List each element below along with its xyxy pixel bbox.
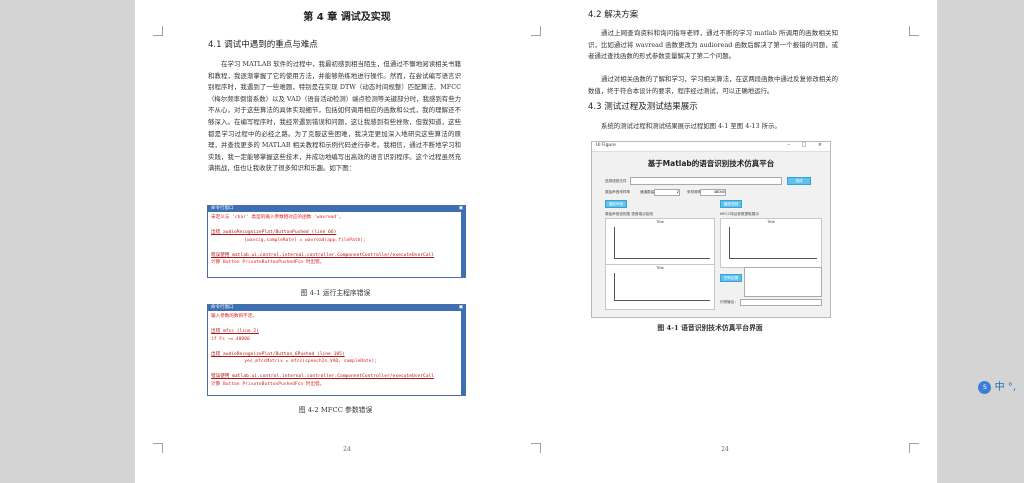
error-line: ​ bbox=[211, 343, 462, 351]
document-page-right: 4.2 解决方案 通过上网查询资料和询问指导老师，通过不断的学习 matlab … bbox=[513, 0, 937, 483]
body-paragraph: 在学习 MATLAB 软件的过程中，我最初感到相当陌生，但通过不懈地阅读相关书籍… bbox=[208, 60, 461, 173]
error-line: [wavsig,sampleRate] = wavread(app.filePa… bbox=[211, 237, 366, 243]
error-line[interactable]: 出错 audioRecognizePlat/Button_6Pushed (li… bbox=[211, 351, 462, 359]
expand-icon: ▣ bbox=[458, 206, 463, 211]
axes-frame bbox=[729, 227, 817, 259]
page-number: 24 bbox=[721, 446, 729, 453]
app-title: 基于Matlab的语音识别技术仿真平台 bbox=[647, 159, 775, 168]
result-display bbox=[744, 267, 822, 297]
right-panel-title: MFCC特征参数提取展示 bbox=[720, 212, 759, 216]
figure-titlebar: UI Figure – □ × bbox=[592, 142, 830, 152]
error-line[interactable]: 错误使用 matlab.ui.control.internal.controll… bbox=[211, 252, 462, 260]
waveform-axes[interactable]: Title bbox=[605, 218, 715, 268]
result-output-field[interactable] bbox=[740, 299, 822, 306]
rate-field[interactable]: 48000 bbox=[700, 189, 726, 196]
file-label: 选择语音文件 bbox=[605, 179, 627, 183]
body-paragraph: 通过对相关函数的了解和学习，学习相关算法，在这两段函数中通过反复修改相关的数值，… bbox=[588, 75, 838, 95]
error-line: 计算 Button PrivateButtonPushedFcn 时出错。 bbox=[211, 381, 325, 387]
figure-window-title: UI Figure bbox=[596, 143, 616, 148]
ime-toolbar[interactable]: S 中 °, bbox=[978, 378, 1016, 394]
body-paragraph: 系统的测试过程和测试结果展示过程如图 4-1 至图 4-13 所示。 bbox=[601, 122, 781, 130]
axes-title: Title bbox=[767, 220, 775, 224]
crop-mark bbox=[153, 26, 163, 36]
select-button[interactable]: 选择 bbox=[787, 177, 811, 185]
page-number: 24 bbox=[343, 446, 351, 453]
vad-axes[interactable]: Title bbox=[605, 264, 715, 310]
axes-frame bbox=[614, 273, 710, 301]
command-window-titlebar: 命令行窗口 ▣ bbox=[208, 206, 465, 212]
crop-mark bbox=[531, 26, 541, 36]
error-line: 输入参数的数目不足。 bbox=[211, 314, 257, 319]
play-voice-button[interactable]: 播放语音 bbox=[720, 200, 742, 208]
error-line: 计算 Button PrivateButtonPushedFcn 时出错。 bbox=[211, 260, 325, 265]
ime-language-indicator[interactable]: 中 bbox=[995, 382, 1005, 393]
command-window-error-2: 命令行窗口▣ 输入参数的数目不足。​出错 mfcc (line 2)if Fs … bbox=[207, 304, 466, 396]
mfcc-axes[interactable]: Title bbox=[720, 218, 822, 268]
figure-caption: 图 4-1 语音识别技术仿真平台界面 bbox=[657, 324, 763, 332]
scrollbar[interactable] bbox=[461, 212, 465, 277]
error-line: yes_mfccMatrix = mfcc(speech2s_VAD, samp… bbox=[211, 359, 377, 364]
body-paragraph: 通过上网查询资料和询问指导老师，通过不断的学习 matlab 所调用的函数相关知… bbox=[588, 29, 838, 61]
document-page-left: 第 4 章 调试及实现 4.1 调试中遇到的重点与难点 在学习 MATLAB 软… bbox=[135, 0, 559, 483]
section-title: 4.3 测试过程及测试结果展示 bbox=[588, 102, 698, 112]
section-title: 4.1 调试中遇到的重点与难点 bbox=[208, 40, 318, 50]
ime-punctuation-indicator[interactable]: °, bbox=[1008, 382, 1016, 393]
left-panel-title: 原始声音波形图 语音端点检测 bbox=[605, 212, 653, 216]
error-line: ​ bbox=[211, 321, 462, 329]
axes-title: Title bbox=[656, 266, 664, 270]
axes-title: Title bbox=[656, 220, 664, 224]
file-path-field[interactable] bbox=[630, 177, 782, 185]
error-output: 输入参数的数目不足。​出错 mfcc (line 2)if Fs ~= 4800… bbox=[208, 311, 465, 390]
window-controls[interactable]: – □ × bbox=[787, 142, 827, 148]
samplerate-label: 原始声音采样率 bbox=[605, 190, 631, 194]
command-window-title: 命令行窗口 bbox=[211, 305, 234, 310]
channels-field[interactable]: 2 bbox=[654, 189, 680, 196]
error-line: if Fs ~= 48000 bbox=[211, 336, 250, 342]
play-sound-button[interactable]: 播放声音 bbox=[605, 200, 627, 208]
chapter-title: 第 4 章 调试及实现 bbox=[303, 12, 391, 23]
error-line: ​ bbox=[211, 244, 462, 252]
error-line: 未定义与 'char' 类型的输入参数相对应的函数 'wavread'。 bbox=[211, 215, 344, 220]
error-line[interactable]: 出错 audioRecognizePlat/ButtonPushed (line… bbox=[211, 229, 462, 237]
scrollbar[interactable] bbox=[461, 311, 465, 395]
command-window-title: 命令行窗口 bbox=[211, 206, 234, 211]
error-line[interactable]: 出错 mfcc (line 2) bbox=[211, 328, 462, 336]
ime-logo-icon[interactable]: S bbox=[978, 380, 992, 394]
figure-caption: 图 4-2 MFCC 参数错误 bbox=[298, 406, 373, 414]
crop-mark bbox=[909, 26, 919, 36]
error-line[interactable]: 错误使用 matlab.ui.control.internal.controll… bbox=[211, 373, 462, 381]
expand-icon: ▣ bbox=[458, 305, 463, 310]
error-output: 未定义与 'char' 类型的输入参数相对应的函数 'wavread'。​出错 … bbox=[208, 212, 465, 269]
command-window-titlebar: 命令行窗口 ▣ bbox=[208, 305, 465, 311]
result-label: 识别输出： bbox=[720, 300, 738, 304]
recognize-button[interactable]: 识别结果 bbox=[720, 274, 742, 282]
axes-frame bbox=[614, 227, 710, 259]
command-window-error-1: 命令行窗口 ▣ 未定义与 'char' 类型的输入参数相对应的函数 'wavrea… bbox=[207, 205, 466, 278]
figure-caption: 图 4-1 运行主程序错误 bbox=[300, 289, 371, 297]
error-line: ​ bbox=[211, 222, 462, 230]
section-title: 4.2 解决方案 bbox=[588, 10, 639, 20]
error-line: ​ bbox=[211, 366, 462, 374]
matlab-ui-figure: UI Figure – □ × 基于Matlab的语音识别技术仿真平台 选择语音文… bbox=[591, 141, 831, 318]
channels-label: 通道数量 bbox=[640, 190, 655, 194]
